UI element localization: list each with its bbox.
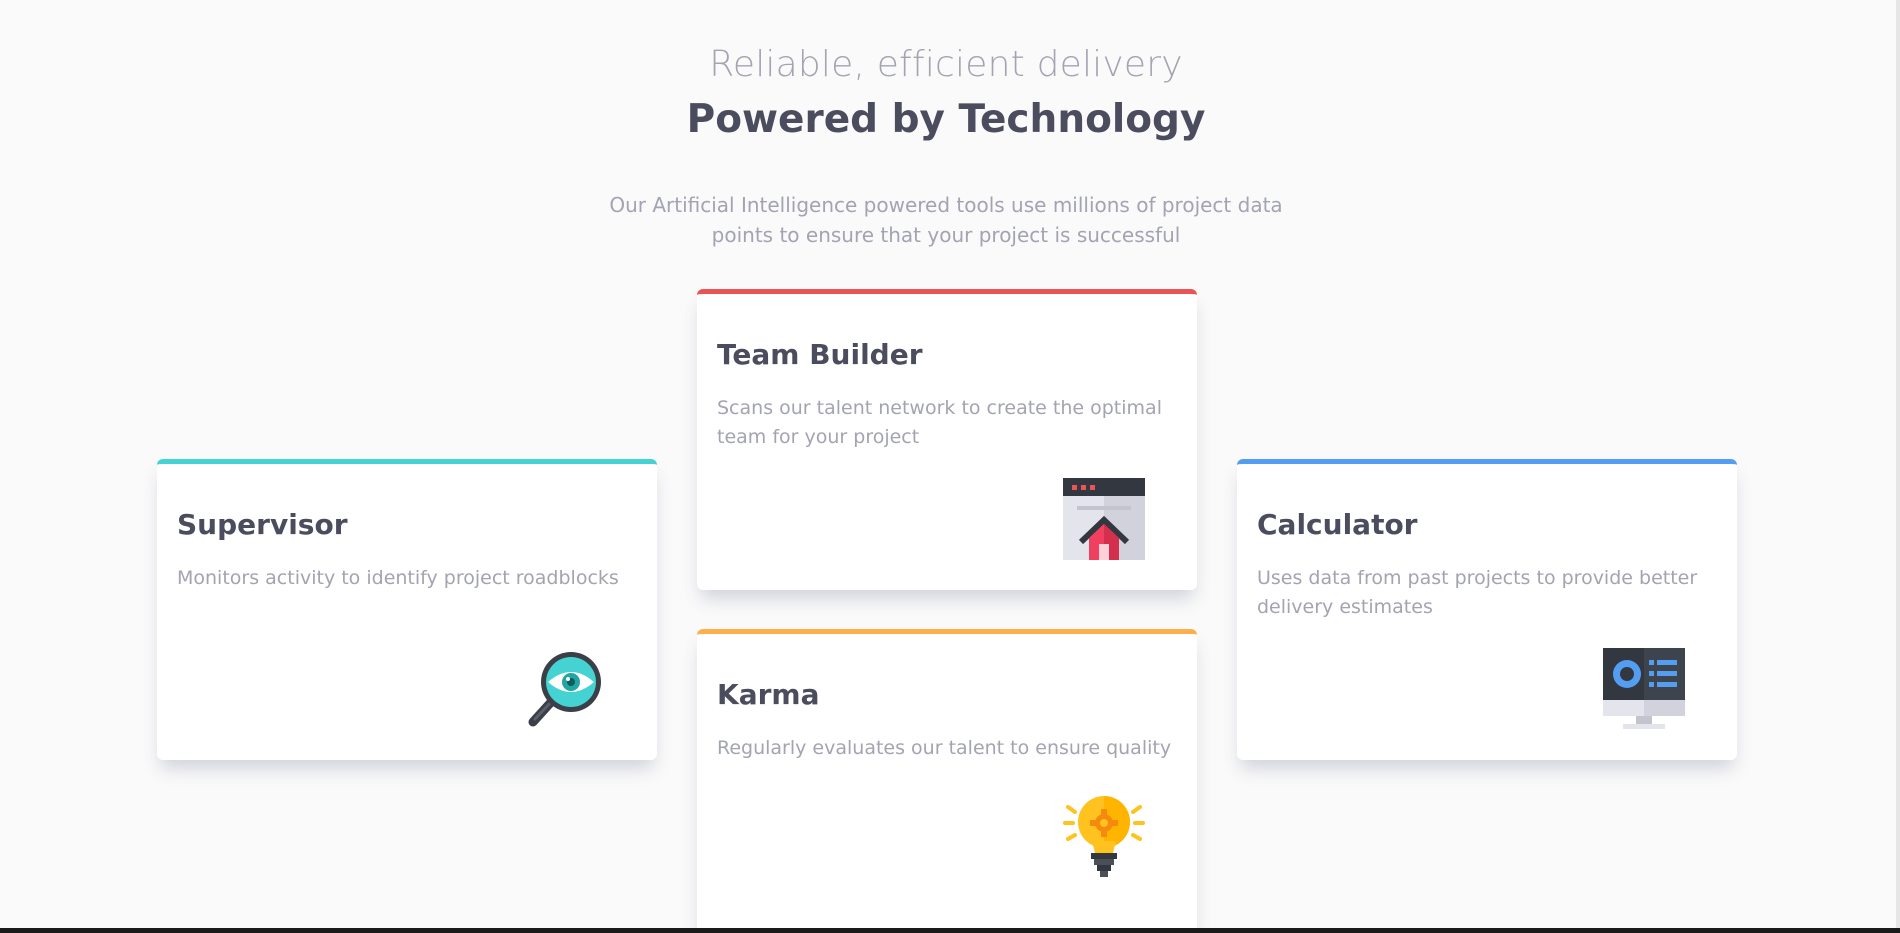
scrollbar[interactable] (1896, 0, 1900, 933)
lightbulb-icon (1063, 795, 1145, 877)
card-karma: Karma Regularly evaluates our talent to … (697, 629, 1197, 933)
card-title: Supervisor (177, 508, 348, 541)
card-supervisor: Supervisor Monitors activity to identify… (157, 459, 657, 760)
card-description: Monitors activity to identify project ro… (177, 567, 619, 589)
section-header: Reliable, efficient delivery Powered by … (0, 40, 1892, 148)
card-title: Karma (717, 678, 820, 711)
card-description: Scans our talent network to create the o… (717, 397, 1162, 448)
monitor-chart-icon (1603, 648, 1685, 730)
card-title: Calculator (1257, 508, 1418, 541)
magnifier-eye-icon (523, 648, 605, 730)
section-title: Powered by Technology (686, 97, 1206, 142)
page: Reliable, efficient delivery Powered by … (0, 0, 1900, 933)
card-calculator: Calculator Uses data from past projects … (1237, 459, 1737, 760)
card-team-builder: Team Builder Scans our talent network to… (697, 289, 1197, 590)
card-title: Team Builder (717, 338, 923, 371)
card-description: Uses data from past projects to provide … (1257, 567, 1698, 618)
window-bottom-edge (0, 928, 1900, 933)
section-subtitle: Reliable, efficient delivery (709, 44, 1183, 85)
section-intro: Our Artificial Intelligence powered tool… (609, 193, 1283, 247)
browser-house-icon (1063, 478, 1145, 560)
card-description: Regularly evaluates our talent to ensure… (717, 737, 1172, 759)
